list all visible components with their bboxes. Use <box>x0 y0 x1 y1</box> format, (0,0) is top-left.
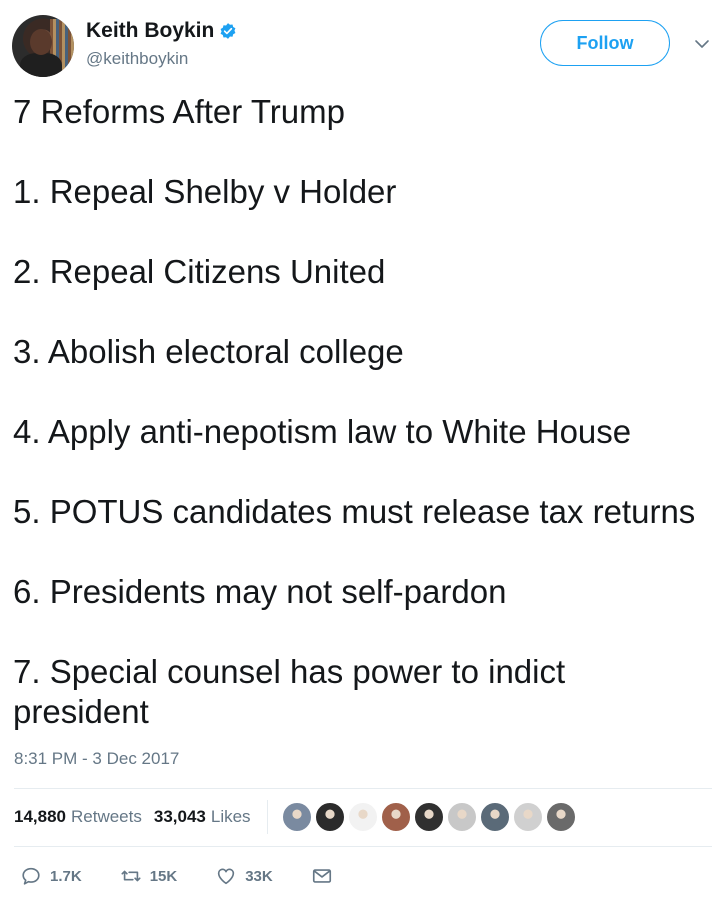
reform-item-6: 6. Presidents may not self-pardon <box>13 573 507 610</box>
tweet-actions: 1.7K 15K 33K <box>20 862 379 890</box>
liker-avatar-6[interactable] <box>446 802 477 832</box>
reform-item-4: 4. Apply anti-nepotism law to White Hous… <box>13 413 632 450</box>
like-count: 33K <box>245 867 273 885</box>
liker-avatar-5[interactable] <box>413 802 444 832</box>
liker-avatar-8[interactable] <box>512 802 543 832</box>
divider-bottom <box>14 846 712 847</box>
stats-separator <box>266 800 268 834</box>
tweet-header: Keith Boykin @keithboykin Follow <box>0 0 725 90</box>
likes-label: Likes <box>210 807 251 826</box>
direct-message-button[interactable] <box>311 865 341 887</box>
retweets-label: Retweets <box>71 807 142 826</box>
author-avatar[interactable] <box>12 15 74 77</box>
tweet-timestamp[interactable]: 8:31 PM - 3 Dec 2017 <box>14 749 179 769</box>
reform-item-7: 7. Special counsel has power to indict p… <box>13 653 566 730</box>
reform-item-5: 5. POTUS candidates must release tax ret… <box>13 493 696 530</box>
avatar-face <box>30 29 52 55</box>
retweets-stat[interactable]: 14,880 Retweets <box>14 807 142 827</box>
retweet-count: 15K <box>149 867 178 885</box>
liker-avatar-3[interactable] <box>347 802 378 832</box>
liker-avatar-1[interactable] <box>281 802 312 832</box>
like-button[interactable]: 33K <box>215 865 273 887</box>
retweet-button[interactable]: 15K <box>120 865 178 887</box>
liker-avatar-2[interactable] <box>314 802 345 832</box>
liker-avatars <box>281 802 579 832</box>
author-name[interactable]: Keith Boykin <box>86 19 214 43</box>
avatar-body <box>20 53 62 77</box>
verified-badge-icon <box>220 23 236 39</box>
liker-avatar-7[interactable] <box>479 802 510 832</box>
likes-count: 33,043 <box>153 807 206 826</box>
liker-avatar-9[interactable] <box>545 802 576 832</box>
envelope-icon <box>312 869 331 883</box>
reply-count: 1.7K <box>50 867 82 885</box>
tweet-title: 7 Reforms After Trump <box>13 93 345 130</box>
liker-avatar-4[interactable] <box>380 802 411 832</box>
tweet-text: 7 Reforms After Trump 1. Repeal Shelby v… <box>13 92 713 772</box>
follow-button[interactable]: Follow <box>540 20 670 66</box>
reply-button[interactable]: 1.7K <box>20 865 82 887</box>
chevron-down-icon[interactable] <box>694 38 710 50</box>
likes-stat[interactable]: 33,043 Likes <box>154 807 251 827</box>
reform-item-1: 1. Repeal Shelby v Holder <box>13 173 397 210</box>
divider-top <box>14 788 712 789</box>
author-name-row: Keith Boykin <box>86 19 237 43</box>
reform-item-3: 3. Abolish electoral college <box>13 333 404 370</box>
author-handle[interactable]: @keithboykin <box>86 49 188 69</box>
retweets-count: 14,880 <box>14 807 66 826</box>
reply-icon <box>22 867 40 885</box>
retweet-icon <box>121 870 141 882</box>
reform-item-2: 2. Repeal Citizens United <box>13 253 386 290</box>
heart-icon <box>218 868 235 885</box>
engagement-stats: 14,880 Retweets 33,043 Likes <box>14 797 579 837</box>
